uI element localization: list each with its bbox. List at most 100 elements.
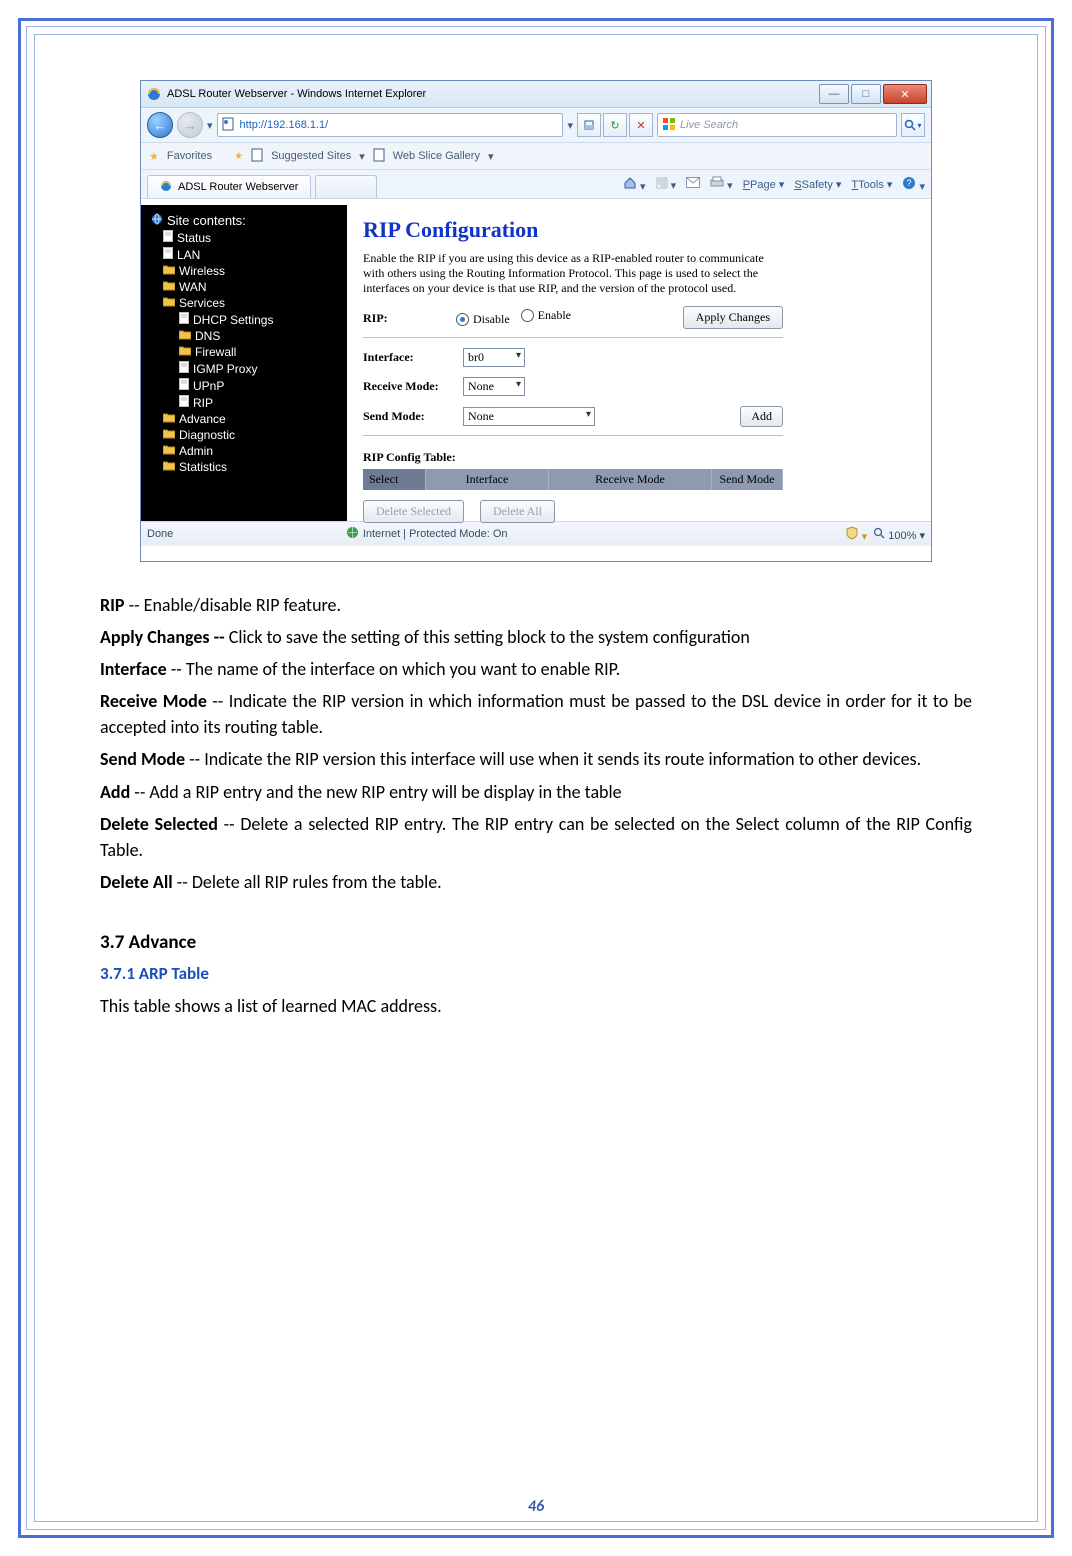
tree-item[interactable]: Status	[163, 229, 341, 246]
page-description: Enable the RIP if you are using this dev…	[363, 251, 783, 296]
search-box[interactable]: Live Search	[657, 113, 897, 137]
add-button[interactable]: Add	[740, 406, 783, 427]
menu-safety[interactable]: SSafety ▾	[794, 178, 841, 191]
live-search-icon	[662, 117, 676, 134]
tree-item[interactable]: Firewall	[179, 344, 341, 360]
tree-item[interactable]: LAN	[163, 246, 341, 263]
command-bar: ▾ ▾ ▾ PPage ▾ SSafety ▾ TTools ▾	[623, 170, 925, 198]
tree-item-label: UPnP	[193, 379, 224, 393]
col-send-mode: Send Mode	[712, 469, 783, 490]
document-icon	[163, 247, 173, 262]
back-button[interactable]: ←	[147, 112, 173, 138]
tree-item[interactable]: RIP	[179, 394, 341, 411]
tree-item[interactable]: DNS	[179, 328, 341, 344]
tree-item[interactable]: DHCP Settings	[179, 311, 341, 328]
tab-bar: ADSL Router Webserver ▾ ▾ ▾	[141, 170, 931, 199]
svg-text:?: ?	[907, 178, 912, 188]
maximize-button[interactable]: □	[851, 84, 881, 104]
folder-icon	[179, 329, 191, 343]
tree-item-label: Admin	[179, 444, 213, 458]
page-heading: RIP Configuration	[363, 217, 915, 243]
folder-icon	[163, 296, 175, 310]
tree-item-label: Firewall	[195, 345, 236, 359]
search-button[interactable]: ▾	[901, 113, 925, 137]
folder-icon	[163, 460, 175, 474]
ie-icon	[147, 87, 161, 101]
add-fav-icon[interactable]: ★	[234, 151, 243, 162]
apply-changes-button[interactable]: Apply Changes	[683, 306, 783, 329]
url-dropdown-icon[interactable]: ▾	[567, 119, 573, 132]
col-receive-mode: Receive Mode	[549, 469, 712, 490]
page-icon	[222, 117, 234, 134]
tree-item[interactable]: Advance	[163, 411, 341, 427]
mail-icon[interactable]	[686, 177, 700, 191]
tree-item[interactable]: WAN	[163, 279, 341, 295]
tree-item[interactable]: UPnP	[179, 377, 341, 394]
interface-select[interactable]: br0	[463, 348, 525, 367]
menu-tools[interactable]: TTools ▾	[851, 178, 892, 191]
tree-item-label: Wireless	[179, 264, 225, 278]
tree-item-label: RIP	[193, 396, 213, 410]
refresh-icon[interactable]: ↻	[603, 113, 627, 137]
delete-selected-button[interactable]: Delete Selected	[363, 500, 464, 523]
url-input[interactable]	[238, 118, 559, 132]
document-icon	[179, 312, 189, 327]
rip-disable-radio[interactable]: Disable	[456, 312, 510, 327]
forward-button[interactable]: →	[177, 112, 203, 138]
main-panel: RIP Configuration Enable the RIP if you …	[347, 205, 931, 521]
send-mode-select[interactable]: None	[463, 407, 595, 426]
tree-item[interactable]: Admin	[163, 443, 341, 459]
suggested-sites[interactable]: Suggested Sites	[271, 150, 351, 162]
tree-item[interactable]: Statistics	[163, 459, 341, 475]
tree-item[interactable]: Services	[163, 295, 341, 311]
protected-mode-icon[interactable]: ▾	[845, 526, 868, 543]
menu-page[interactable]: PPage ▾	[743, 178, 785, 191]
folder-icon	[163, 428, 175, 442]
document-icon	[179, 361, 189, 376]
rip-enable-radio[interactable]: Enable	[521, 308, 571, 323]
chevron-down-icon: ▾	[359, 150, 365, 163]
print-icon[interactable]: ▾	[710, 176, 733, 192]
tree-item[interactable]: Wireless	[163, 263, 341, 279]
folder-icon	[163, 444, 175, 458]
web-slice-icon	[373, 148, 385, 165]
home-icon[interactable]: ▾	[623, 176, 646, 193]
delete-all-button[interactable]: Delete All	[480, 500, 555, 523]
close-button[interactable]: ✕	[883, 84, 927, 104]
nav-bar: ← → ▾ ▾ ↻ ✕	[141, 108, 931, 143]
tree-item[interactable]: Diagnostic	[163, 427, 341, 443]
compat-icon[interactable]	[577, 113, 601, 137]
status-bar: Done Internet | Protected Mode: On ▾ 100…	[141, 521, 931, 546]
stop-icon[interactable]: ✕	[629, 113, 653, 137]
send-mode-label: Send Mode:	[363, 409, 453, 424]
document-icon	[179, 378, 189, 393]
tree-header: Site contents:	[151, 213, 341, 228]
folder-icon	[163, 280, 175, 294]
zoom-indicator[interactable]: 100% ▾	[873, 527, 925, 542]
web-slice[interactable]: Web Slice Gallery	[393, 150, 480, 162]
favorites-label[interactable]: Favorites	[167, 150, 212, 162]
window-titlebar: ADSL Router Webserver - Windows Internet…	[141, 81, 931, 108]
new-tab[interactable]	[315, 175, 377, 198]
rip-config-table: Select Interface Receive Mode Send Mode	[363, 469, 783, 490]
tree-item-label: DNS	[195, 329, 220, 343]
tree-item-label: Status	[177, 231, 211, 245]
feeds-icon[interactable]: ▾	[656, 177, 677, 192]
tree-item-label: Advance	[179, 412, 226, 426]
minimize-button[interactable]: —	[819, 84, 849, 104]
config-table-title: RIP Config Table:	[363, 450, 915, 465]
address-bar[interactable]	[217, 113, 564, 137]
tree-item-label: Services	[179, 296, 225, 310]
tree-item-label: DHCP Settings	[193, 313, 273, 327]
favorites-star-icon[interactable]: ★	[149, 150, 159, 163]
help-icon[interactable]: ? ▾	[902, 176, 925, 193]
tab-adsl-router[interactable]: ADSL Router Webserver	[147, 175, 311, 198]
tree-item[interactable]: IGMP Proxy	[179, 360, 341, 377]
suggested-sites-icon	[251, 148, 263, 165]
search-placeholder: Live Search	[680, 119, 738, 131]
dropdown-icon[interactable]: ▾	[207, 119, 213, 132]
document-icon	[179, 395, 189, 410]
receive-mode-select[interactable]: None	[463, 377, 525, 396]
section-heading: 3.7 Advance	[100, 929, 972, 957]
tree-item-label: WAN	[179, 280, 207, 294]
